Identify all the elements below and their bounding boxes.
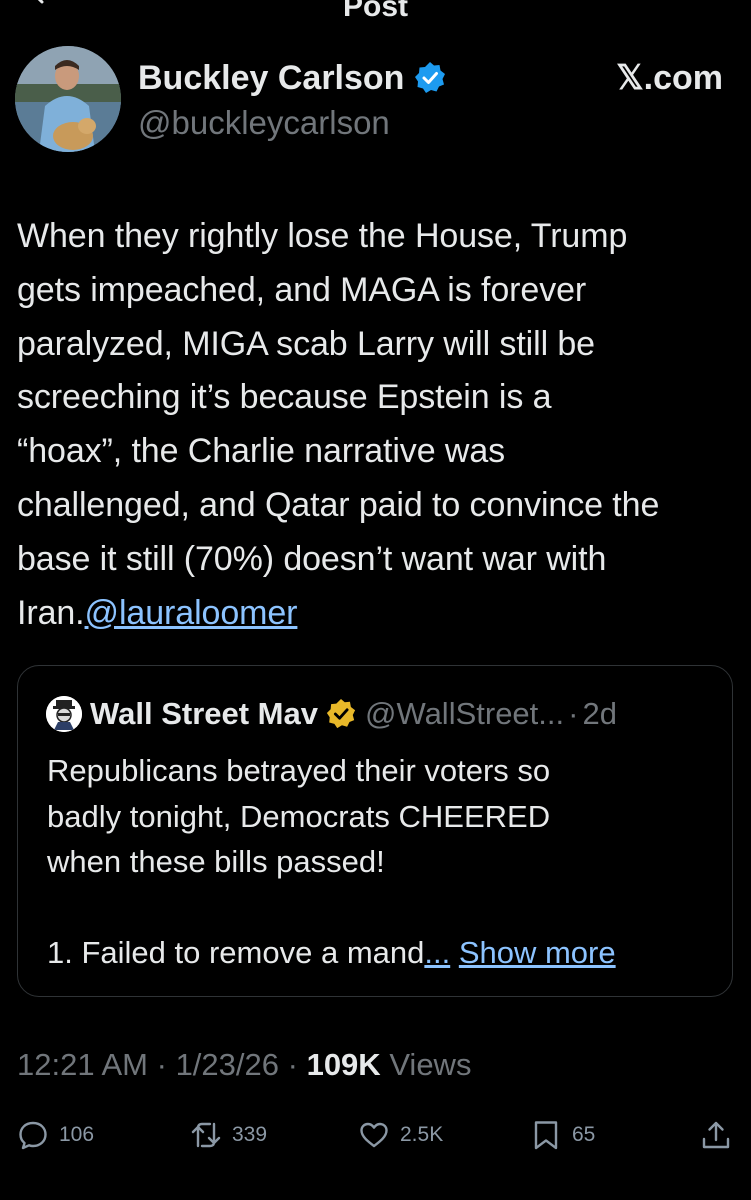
views-count[interactable]: 109K: [307, 1047, 381, 1082]
separator-dot: ·: [156, 1047, 167, 1082]
tweet-line: screeching it’s because Epstein is a: [17, 378, 552, 417]
tweet-text: When they rightly lose the House, Trump …: [17, 210, 737, 640]
repost-count: 339: [232, 1123, 268, 1146]
quoted-post-header: Wall Street Mav @WallStreet... · 2d: [46, 694, 617, 734]
author-name-row[interactable]: Buckley Carlson: [138, 56, 447, 100]
quoted-line: badly tonight, Democrats CHEERED: [47, 798, 551, 834]
post-time[interactable]: 12:21 AM: [17, 1047, 148, 1082]
heart-icon: [360, 1122, 388, 1148]
bookmark-count: 65: [572, 1123, 596, 1146]
top-bar: Post: [0, 0, 751, 22]
author-name[interactable]: Buckley Carlson: [138, 59, 404, 98]
quoted-line-truncated: 1. Failed to remove a mand... Show more: [47, 930, 717, 976]
show-more-link[interactable]: Show more: [459, 935, 616, 970]
share-icon: [702, 1121, 730, 1149]
reply-count: 106: [59, 1123, 95, 1146]
author-avatar[interactable]: [15, 46, 121, 152]
quoted-post-text: Republicans betrayed their voters so bad…: [47, 748, 717, 976]
truncated-text: 1. Failed to remove a mand: [47, 935, 425, 970]
tweet-line-prefix: Iran.: [17, 593, 85, 632]
like-count: 2.5K: [400, 1123, 444, 1146]
reply-icon: [19, 1121, 47, 1150]
author-handle[interactable]: @buckleycarlson: [138, 104, 390, 142]
source-label: 𝕏.com: [616, 59, 723, 97]
verified-badge-icon: [415, 62, 446, 93]
tweet-line: challenged, and Qatar paid to convince t…: [17, 485, 660, 524]
action-bar: 106 339 2.5K 65: [0, 1112, 751, 1158]
quoted-author-avatar[interactable]: [46, 696, 82, 732]
like-button[interactable]: 2.5K: [358, 1112, 443, 1158]
gold-verified-badge-icon: [326, 698, 356, 729]
tweet-line: “hoax”, the Charlie narrative was: [17, 432, 506, 471]
quoted-line: Republicans betrayed their voters so: [47, 753, 551, 788]
mention-link[interactable]: @lauraloomer: [85, 594, 298, 632]
separator-dot: ·: [287, 1047, 298, 1082]
tweet-line-last: Iran.@lauraloomer: [17, 587, 737, 641]
page-title: Post: [342, 0, 408, 23]
reply-button[interactable]: 106: [17, 1112, 94, 1158]
quoted-post-card[interactable]: Wall Street Mav @WallStreet... · 2d Repu…: [17, 665, 733, 997]
post-date[interactable]: 1/23/26: [176, 1047, 279, 1082]
quoted-post-time: 2d: [582, 696, 617, 731]
quoted-line: when these bills passed!: [47, 844, 385, 879]
tweet-line: gets impeached, and MAGA is forever: [17, 270, 587, 309]
quoted-author-handle[interactable]: @WallStreet...: [365, 696, 564, 732]
tweet-line: base it still (70%) doesn’t want war wit…: [17, 539, 607, 578]
share-button[interactable]: [700, 1112, 732, 1158]
bookmark-button[interactable]: 65: [530, 1112, 595, 1158]
views-label: Views: [389, 1047, 472, 1082]
repost-icon: [191, 1122, 221, 1148]
ellipsis: ...: [424, 935, 451, 970]
tweet-line: When they rightly lose the House, Trump: [17, 217, 628, 255]
bookmark-icon: [534, 1121, 558, 1150]
post-meta: 12:21 AM · 1/23/26 · 109K Views: [17, 1047, 471, 1083]
separator-dot: ·: [568, 696, 579, 731]
repost-button[interactable]: 339: [190, 1112, 267, 1158]
quoted-author-name[interactable]: Wall Street Mav: [90, 696, 318, 732]
tweet-line: paralyzed, MIGA scab Larry will still be: [17, 324, 595, 363]
